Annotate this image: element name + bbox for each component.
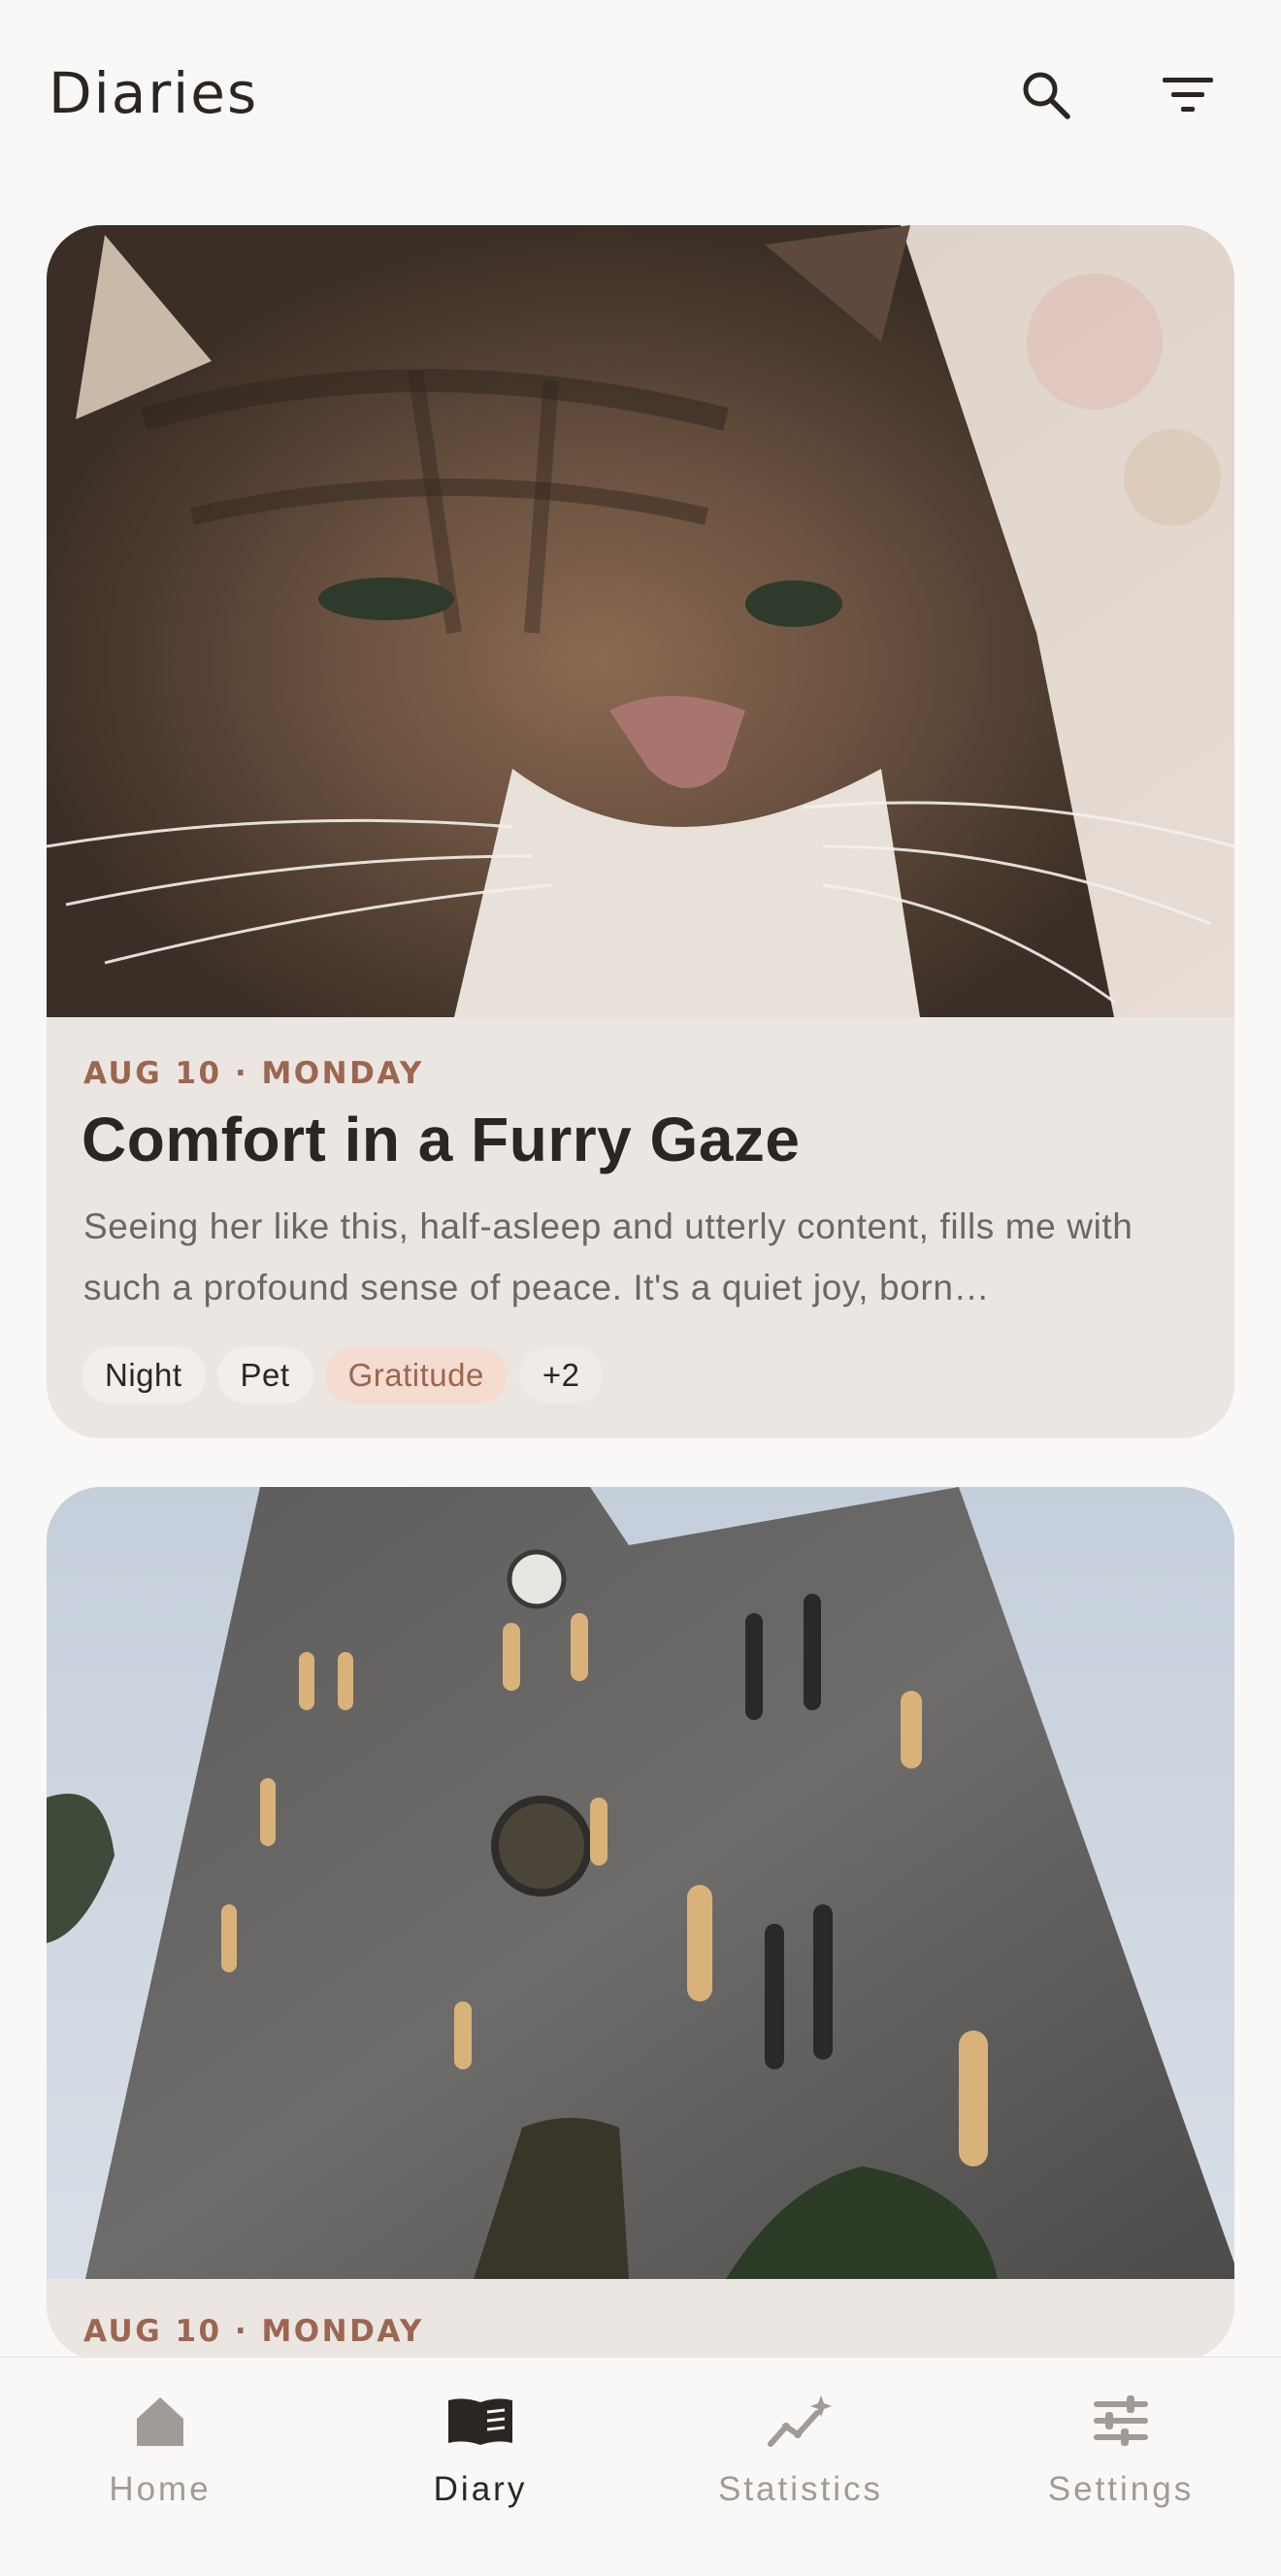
app-bar: Diaries xyxy=(0,0,1281,194)
sliders-icon xyxy=(1087,2387,1155,2455)
nav-item-diary[interactable]: Diary xyxy=(320,2358,640,2576)
entry-date: AUG 10 · MONDAY xyxy=(83,2314,424,2349)
nav-item-statistics[interactable]: Statistics xyxy=(640,2358,961,2576)
entry-excerpt: Seeing her like this, half-asleep and ut… xyxy=(83,1206,1133,1307)
tag-chip[interactable]: Pet xyxy=(216,1347,313,1404)
search-icon xyxy=(1023,72,1070,119)
page-title: Diaries xyxy=(49,60,259,126)
diary-entry-card[interactable]: AUG 10 · MONDAY xyxy=(47,1487,1234,2361)
entry-title: Comfort in a Furry Gaze xyxy=(82,1105,801,1174)
nav-label: Diary xyxy=(433,2470,528,2508)
entry-photo xyxy=(47,225,1234,1017)
entry-photo xyxy=(47,1487,1234,2279)
bottom-navigation: Home Diary Statistics Settings xyxy=(0,2357,1281,2576)
home-icon xyxy=(126,2387,194,2455)
tag-chip[interactable]: Night xyxy=(82,1347,206,1404)
nav-label: Home xyxy=(109,2470,212,2508)
nav-item-settings[interactable]: Settings xyxy=(961,2358,1281,2576)
filter-icon xyxy=(1163,78,1213,112)
entry-tags: Night Pet Gratitude +2 xyxy=(82,1347,604,1404)
nav-item-home[interactable]: Home xyxy=(0,2358,320,2576)
statistics-icon xyxy=(767,2387,835,2455)
search-button[interactable] xyxy=(1007,56,1085,134)
tag-chip[interactable]: Gratitude xyxy=(324,1347,508,1404)
nav-label: Statistics xyxy=(717,2470,884,2508)
nav-label: Settings xyxy=(1047,2470,1195,2508)
filter-button[interactable] xyxy=(1149,56,1227,134)
book-icon xyxy=(446,2387,514,2455)
more-tags-chip[interactable]: +2 xyxy=(518,1347,604,1404)
entry-date: AUG 10 · MONDAY xyxy=(83,1056,424,1091)
diary-entry-card[interactable]: AUG 10 · MONDAY Comfort in a Furry Gaze … xyxy=(47,225,1234,1438)
